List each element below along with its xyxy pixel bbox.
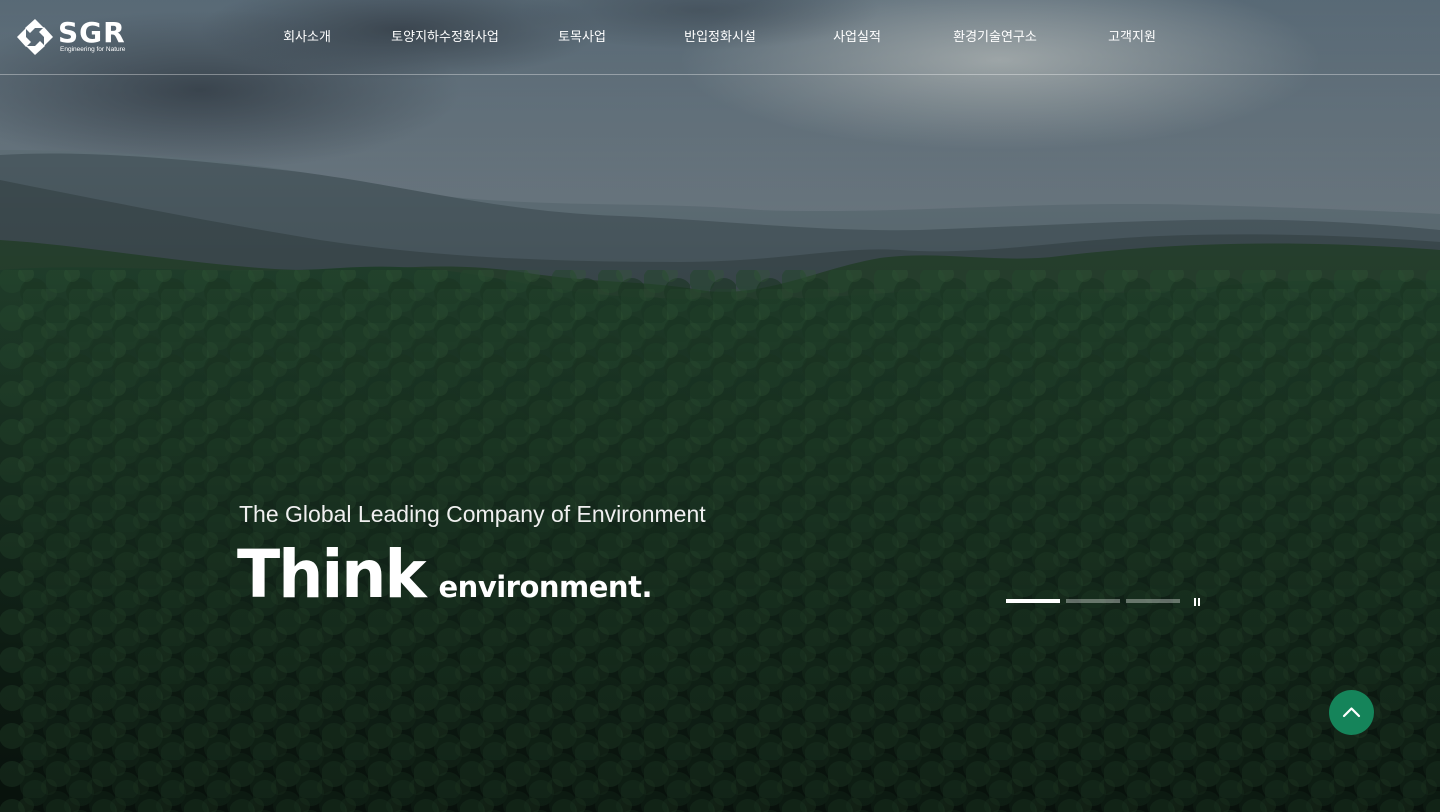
- nav-item-remediation-facility[interactable]: 반입정화시설: [684, 28, 756, 48]
- site-header: SGR Engineering for Nature 회사소개 토양지하수정화사…: [0, 0, 1440, 75]
- hero-background-image: [0, 0, 1440, 812]
- slider-pagination: [1006, 597, 1206, 609]
- nav-item-research-institute[interactable]: 환경기술연구소: [953, 28, 1037, 48]
- slide-indicator-1[interactable]: [1006, 599, 1060, 603]
- hero-section: SGR Engineering for Nature 회사소개 토양지하수정화사…: [0, 0, 1440, 812]
- nav-item-company[interactable]: 회사소개: [283, 28, 331, 48]
- nav-item-civil-engineering[interactable]: 토목사업: [558, 28, 606, 48]
- pause-icon: [1194, 598, 1196, 606]
- headline-sub-word: environment.: [438, 570, 653, 604]
- pause-icon-bar: [1198, 598, 1200, 606]
- nav-item-soil-remediation[interactable]: 토양지하수정화사업: [391, 28, 499, 48]
- headline-main-word: Think: [237, 536, 427, 613]
- hero-headline: Think environment.: [237, 532, 652, 618]
- pause-button[interactable]: [1192, 597, 1204, 609]
- scroll-top-button[interactable]: [1329, 690, 1374, 735]
- slide-progress-fill: [1006, 599, 1060, 603]
- main-nav: 회사소개 토양지하수정화사업 토목사업 반입정화시설 사업실적 환경기술연구소 …: [0, 28, 1440, 48]
- slide-indicator-2[interactable]: [1066, 599, 1120, 603]
- chevron-up-icon: [1342, 707, 1361, 718]
- nav-item-customer-support[interactable]: 고객지원: [1108, 28, 1156, 48]
- nav-item-project-record[interactable]: 사업실적: [833, 28, 881, 48]
- hero-tagline: The Global Leading Company of Environmen…: [239, 501, 706, 527]
- slide-indicator-3[interactable]: [1126, 599, 1180, 603]
